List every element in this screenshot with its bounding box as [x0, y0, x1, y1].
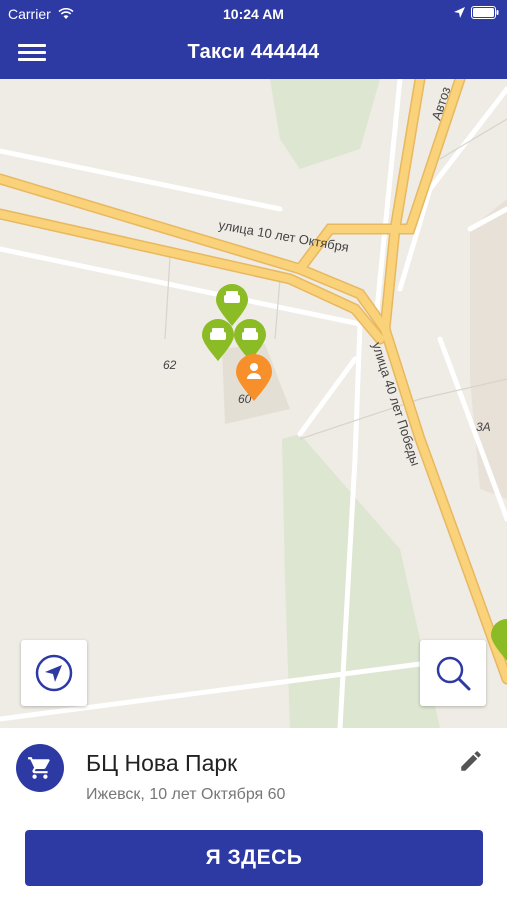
i-am-here-button[interactable]: Я ЗДЕСЬ: [25, 830, 483, 886]
place-name: БЦ Нова Парк: [86, 750, 238, 776]
building-number: 62: [163, 358, 177, 372]
status-bar: Carrier 10:24 AM: [0, 0, 507, 28]
status-right: [454, 6, 499, 19]
edit-pencil-icon[interactable]: [458, 748, 486, 776]
clock: 10:24 AM: [223, 6, 284, 22]
battery-icon: [471, 6, 499, 19]
building-number: 3А: [476, 420, 491, 434]
taxi-icon: [224, 291, 240, 303]
shopping-cart-icon: [16, 744, 64, 792]
map-view[interactable]: улица 10 лет Октября улица 40 лет Победы…: [0, 79, 507, 728]
taxi-icon: [242, 328, 258, 340]
park-area: [282, 434, 440, 728]
park-area: [270, 79, 380, 169]
main-road: [0, 175, 507, 683]
taxi-icon: [210, 328, 226, 340]
minor-road: [0, 148, 283, 212]
location-arrow-icon: [454, 7, 465, 18]
page-title: Такси 444444: [187, 41, 320, 63]
place-address: Ижевск, 10 лет Октября 60: [86, 786, 286, 803]
search-icon: [436, 656, 471, 691]
map-search-button[interactable]: [420, 640, 486, 706]
pickup-panel: БЦ Нова Парк Ижевск, 10 лет Октября 60 Я…: [0, 728, 507, 900]
park-area: [470, 199, 507, 499]
minor-road: [297, 356, 358, 437]
locate-me-button[interactable]: [21, 640, 87, 706]
minor-road: [164, 256, 171, 340]
navigation-arrow-icon: [35, 654, 73, 692]
map-canvas[interactable]: улица 10 лет Октября улица 40 лет Победы…: [0, 79, 507, 728]
nav-bar: Такси 444444: [0, 28, 507, 79]
